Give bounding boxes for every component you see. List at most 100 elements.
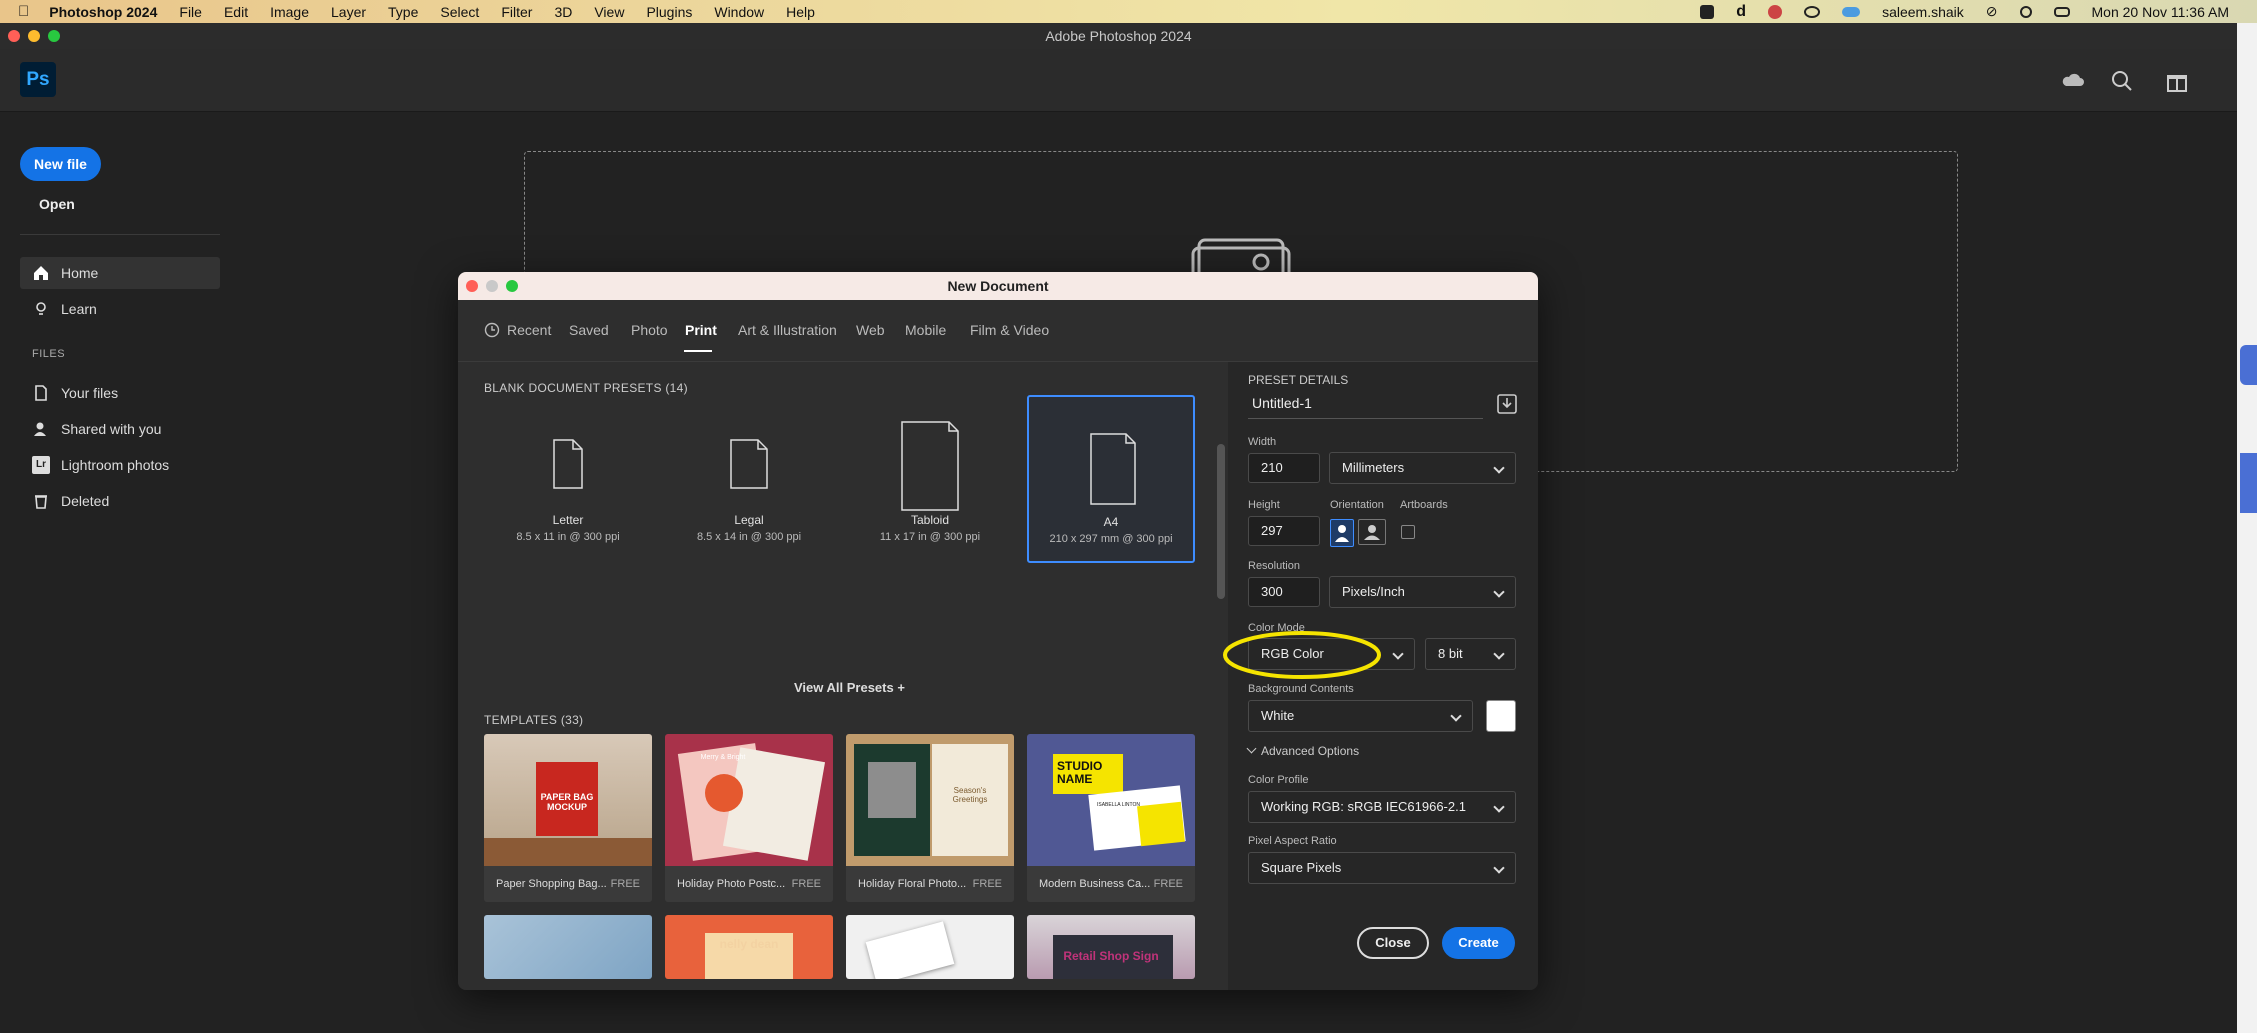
presets-scrollbar[interactable] xyxy=(1217,444,1225,599)
chevron-down-icon xyxy=(1493,586,1505,598)
view-all-label: View All Presets xyxy=(794,680,894,695)
template-card[interactable] xyxy=(484,915,652,979)
width-input[interactable]: 210 xyxy=(1248,453,1320,483)
gift-icon[interactable] xyxy=(2163,67,2191,95)
advanced-options-toggle[interactable]: Advanced Options xyxy=(1246,743,1359,758)
cloud-icon[interactable] xyxy=(2059,67,2087,95)
window-minimize-button[interactable] xyxy=(28,30,40,42)
chevron-down-icon xyxy=(1493,648,1505,660)
template-card[interactable]: nelly dean xyxy=(665,915,833,979)
free-badge: FREE xyxy=(791,878,821,890)
close-button[interactable]: Close xyxy=(1357,927,1429,959)
bit-depth-select[interactable]: 8 bit xyxy=(1425,638,1516,670)
template-art-text: Retail Shop Sign xyxy=(1063,949,1159,963)
apple-icon[interactable]:  xyxy=(18,3,29,20)
template-card[interactable]: Merry & Bright Holiday Photo Postc... FREE xyxy=(665,734,833,902)
menu-3d[interactable]: 3D xyxy=(554,4,572,20)
checkmark-status-icon[interactable] xyxy=(1700,4,1715,19)
preset-a4[interactable]: A4 210 x 297 mm @ 300 ppi xyxy=(1027,395,1195,563)
resolution-unit-select[interactable]: Pixels/Inch xyxy=(1329,576,1516,608)
dialog-zoom-dot[interactable] xyxy=(506,280,518,292)
spotlight-search-icon[interactable] xyxy=(2019,5,2032,18)
menu-image[interactable]: Image xyxy=(270,4,309,20)
landscape-orientation-button[interactable] xyxy=(1358,519,1386,545)
landscape-icon xyxy=(1364,525,1380,540)
new-file-button[interactable]: New file xyxy=(20,147,101,181)
search-icon[interactable] xyxy=(2108,67,2136,95)
tab-art-illustration[interactable]: Art & Illustration xyxy=(738,322,837,338)
highlight-ellipse-annotation xyxy=(1223,631,1381,679)
background-color-swatch[interactable] xyxy=(1486,700,1516,732)
sidebar-item-deleted[interactable]: Deleted xyxy=(20,485,220,517)
file-icon xyxy=(35,385,47,401)
menu-view[interactable]: View xyxy=(594,4,624,20)
width-unit-select[interactable]: Millimeters xyxy=(1329,452,1516,484)
view-all-presets-link[interactable]: View All Presets + xyxy=(794,680,905,695)
wrench-status-icon[interactable] xyxy=(1768,4,1783,19)
portrait-icon xyxy=(1335,525,1349,542)
cloud-status-icon[interactable] xyxy=(1842,6,1861,17)
dialog-minimize-dot[interactable] xyxy=(486,280,498,292)
menu-plugins[interactable]: Plugins xyxy=(646,4,692,20)
template-card[interactable] xyxy=(846,915,1014,979)
template-card[interactable]: STUDIO NAME ISABELLA LINTON Modern Busines… xyxy=(1027,734,1195,902)
sidebar-item-home[interactable]: Home xyxy=(20,257,220,289)
menu-layer[interactable]: Layer xyxy=(331,4,366,20)
portrait-orientation-button[interactable] xyxy=(1330,519,1354,547)
menubar-clock[interactable]: Mon 20 Nov 11:36 AM xyxy=(2092,4,2229,20)
menubar-user[interactable]: saleem.shaik xyxy=(1882,4,1964,20)
window-close-button[interactable] xyxy=(8,30,20,42)
menu-file[interactable]: File xyxy=(179,4,202,20)
tab-photo[interactable]: Photo xyxy=(631,322,668,338)
preset-name: Legal xyxy=(734,513,764,527)
tab-web[interactable]: Web xyxy=(856,322,885,338)
preset-letter[interactable]: Letter 8.5 x 11 in @ 300 ppi xyxy=(484,395,652,563)
window-zoom-button[interactable] xyxy=(48,30,60,42)
eye-status-icon[interactable] xyxy=(1804,5,1821,18)
create-button[interactable]: Create xyxy=(1442,927,1515,959)
preset-legal[interactable]: Legal 8.5 x 14 in @ 300 ppi xyxy=(665,395,833,563)
template-card[interactable]: Retail Shop Sign xyxy=(1027,915,1195,979)
sidebar-item-your-files[interactable]: Your files xyxy=(20,377,220,409)
menu-app-name[interactable]: Photoshop 2024 xyxy=(49,4,157,20)
tab-saved[interactable]: Saved xyxy=(569,322,609,338)
templates-header: TEMPLATES (33) xyxy=(484,713,584,727)
menu-help[interactable]: Help xyxy=(786,4,815,20)
tab-recent[interactable]: Recent xyxy=(507,322,551,338)
sidebar-item-learn[interactable]: Learn xyxy=(20,293,220,325)
wifi-off-icon[interactable]: ⊘ xyxy=(1986,3,1998,20)
save-preset-icon[interactable] xyxy=(1496,393,1518,415)
d-status-icon[interactable]: d xyxy=(1736,3,1746,21)
menu-filter[interactable]: Filter xyxy=(501,4,532,20)
height-input[interactable]: 297 xyxy=(1248,516,1320,546)
sidebar-item-shared[interactable]: Shared with you xyxy=(20,413,220,445)
open-button[interactable]: Open xyxy=(39,196,75,212)
dialog-close-dot[interactable] xyxy=(466,280,478,292)
document-icon xyxy=(901,421,959,511)
artboards-checkbox[interactable] xyxy=(1401,525,1415,539)
free-badge: FREE xyxy=(972,878,1002,890)
control-center-icon[interactable] xyxy=(2053,6,2070,17)
mac-menubar:  Photoshop 2024 File Edit Image Layer T… xyxy=(0,0,2257,23)
menu-select[interactable]: Select xyxy=(440,4,479,20)
pixel-aspect-ratio-select[interactable]: Square Pixels xyxy=(1248,852,1516,884)
sidebar-item-lightroom[interactable]: Lr Lightroom photos xyxy=(20,449,220,481)
plus-icon: + xyxy=(897,680,905,695)
tab-print[interactable]: Print xyxy=(685,322,717,338)
menu-edit[interactable]: Edit xyxy=(224,4,248,20)
template-card[interactable]: PAPER BAG MOCKUP Paper Shopping Bag... FRE… xyxy=(484,734,652,902)
template-card[interactable]: Season's Greetings Holiday Floral Photo..… xyxy=(846,734,1014,902)
resolution-input[interactable]: 300 xyxy=(1248,577,1320,607)
tab-film-video[interactable]: Film & Video xyxy=(970,322,1049,338)
sidebar-item-label: Learn xyxy=(61,301,97,317)
files-stack-icon xyxy=(1191,238,1291,272)
window-titlebar: Adobe Photoshop 2024 xyxy=(0,23,2237,49)
background-contents-select[interactable]: White xyxy=(1248,700,1473,732)
menu-type[interactable]: Type xyxy=(388,4,418,20)
document-name-field[interactable]: Untitled-1 xyxy=(1248,387,1483,419)
menu-window[interactable]: Window xyxy=(714,4,764,20)
color-profile-select[interactable]: Working RGB: sRGB IEC61966-2.1 xyxy=(1248,791,1516,823)
tab-mobile[interactable]: Mobile xyxy=(905,322,946,338)
photoshop-logo[interactable]: Ps xyxy=(20,62,56,97)
preset-tabloid[interactable]: Tabloid 11 x 17 in @ 300 ppi xyxy=(846,395,1014,563)
